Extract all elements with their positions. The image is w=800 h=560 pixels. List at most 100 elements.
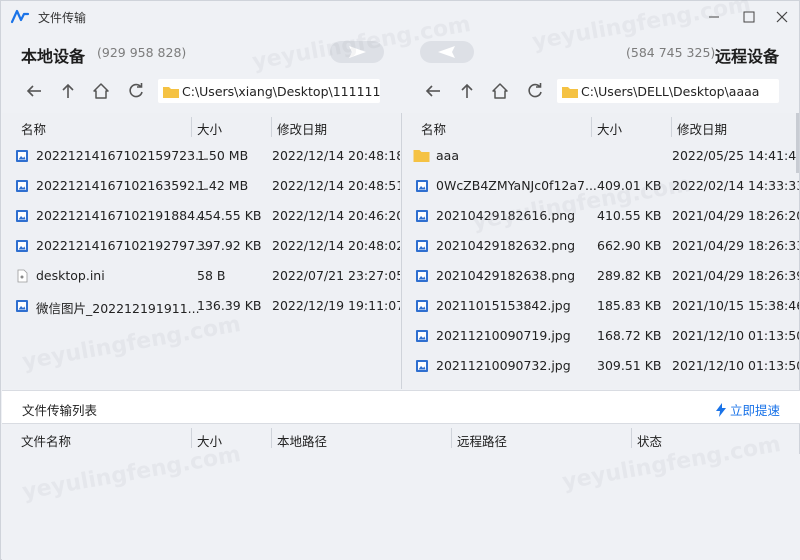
minimize-button[interactable] (701, 5, 727, 29)
remote-path-text: C:\Users\DELL\Desktop\aaaa (581, 83, 760, 99)
folder-icon (163, 86, 179, 98)
local-device-id: (929 958 828) (97, 45, 187, 60)
file-name: 20210429182616.png (436, 208, 576, 223)
remote-column-header: 名称 大小 修改日期 (402, 113, 799, 141)
upload-to-remote-button[interactable] (330, 41, 384, 63)
file-name: 0WcZB4ZMYaNJc0f12a7... (436, 178, 597, 193)
column-divider[interactable] (671, 117, 672, 137)
column-divider[interactable] (191, 428, 192, 448)
local-file-list: 名称 大小 修改日期 20221214167102159723... 1.50 M… (2, 113, 400, 389)
file-row[interactable]: aaa 2022/05/25 14:41:46 (402, 141, 799, 171)
remote-scrollbar[interactable] (796, 113, 799, 173)
column-size[interactable]: 大小 (197, 431, 222, 450)
file-name: 20210429182638.png (436, 268, 576, 283)
file-size: 662.90 KB (597, 238, 662, 253)
file-row[interactable]: 20211015153842.jpg 185.83 KB 2021/10/15 15… (402, 291, 799, 321)
file-row[interactable]: 20210429182632.png 662.90 KB 2021/04/29 18… (402, 231, 799, 261)
file-row[interactable]: 20221214167102192797... 397.92 KB 2022/12/… (2, 231, 400, 261)
file-name: 20211015153842.jpg (436, 298, 571, 313)
lightning-icon (715, 402, 726, 417)
column-divider[interactable] (191, 117, 192, 137)
column-remote-path[interactable]: 远程路径 (457, 431, 507, 450)
file-row[interactable]: 20211210090732.jpg 309.51 KB 2021/12/10 01… (402, 351, 799, 381)
column-divider[interactable] (451, 428, 452, 448)
close-icon (776, 11, 788, 23)
image-file-icon (416, 330, 428, 342)
column-status[interactable]: 状态 (637, 431, 662, 450)
title-bar: 文件传输 (1, 1, 799, 33)
transfer-list-title: 文件传输列表 (22, 403, 98, 418)
local-refresh-button[interactable] (125, 80, 147, 102)
arrow-back-icon (26, 85, 41, 97)
image-file-icon (416, 360, 428, 372)
column-divider[interactable] (631, 428, 632, 448)
file-row[interactable]: desktop.ini 58 B 2022/07/21 23:27:05 (2, 261, 400, 291)
file-transfer-window: 文件传输 本地设备 (929 958 828) (584 745 325) 远程… (0, 0, 800, 560)
local-up-button[interactable] (57, 80, 79, 102)
file-row[interactable]: 20210429182638.png 289.82 KB 2021/04/29 18… (402, 261, 799, 291)
speedup-label: 立即提速 (729, 403, 780, 418)
close-button[interactable] (769, 5, 795, 29)
local-path-text: C:\Users\xiang\Desktop\11111111 (182, 83, 380, 99)
image-file-icon (416, 210, 428, 222)
remote-home-button[interactable] (489, 80, 511, 102)
file-date: 2022/12/14 20:48:18 (272, 148, 400, 163)
folder-icon (562, 86, 578, 98)
file-name: 20221214167102191884... (36, 208, 207, 223)
local-path-field[interactable]: C:\Users\xiang\Desktop\11111111 (158, 79, 380, 103)
file-row[interactable]: 20221214167102159723... 1.50 MB 2022/12/14… (2, 141, 400, 171)
file-size: 409.01 KB (597, 178, 662, 193)
column-size[interactable]: 大小 (597, 119, 622, 138)
file-row[interactable]: 20211210090719.jpg 168.72 KB 2021/12/10 01… (402, 321, 799, 351)
local-back-button[interactable] (23, 80, 45, 102)
maximize-button[interactable] (736, 5, 762, 29)
config-file-icon (17, 269, 28, 283)
file-name: desktop.ini (36, 268, 105, 283)
file-date: 2022/07/21 23:27:05 (272, 268, 400, 283)
column-name[interactable]: 名称 (21, 119, 46, 138)
file-date: 2021/12/10 01:13:50 (672, 328, 799, 343)
file-row[interactable]: 微信图片_202212191911... 136.39 KB 2022/12/19 … (2, 291, 400, 321)
download-to-local-button[interactable] (420, 41, 474, 63)
column-name[interactable]: 名称 (421, 119, 446, 138)
window-title: 文件传输 (38, 11, 87, 25)
file-date: 2022/02/14 14:33:33 (672, 178, 799, 193)
arrow-back-icon (425, 85, 440, 97)
remote-path-field[interactable]: C:\Users\DELL\Desktop\aaaa (557, 79, 779, 103)
remote-back-button[interactable] (422, 80, 444, 102)
local-column-header: 名称 大小 修改日期 (2, 113, 400, 141)
file-size: 185.83 KB (597, 298, 662, 313)
file-row[interactable]: 20210429182616.png 410.55 KB 2021/04/29 18… (402, 201, 799, 231)
speedup-link[interactable]: 立即提速 (715, 400, 780, 419)
column-size[interactable]: 大小 (197, 119, 222, 138)
remote-refresh-button[interactable] (524, 80, 546, 102)
image-file-icon (16, 210, 28, 222)
local-device-title: 本地设备 (21, 47, 86, 66)
remote-up-button[interactable] (456, 80, 478, 102)
file-row[interactable]: 20221214167102191884... 454.55 KB 2022/12/… (2, 201, 400, 231)
image-file-icon (416, 180, 428, 192)
file-size: 289.82 KB (597, 268, 662, 283)
column-divider[interactable] (271, 117, 272, 137)
column-divider[interactable] (271, 428, 272, 448)
app-logo-icon (10, 9, 30, 24)
folder-icon (413, 150, 430, 162)
column-divider[interactable] (591, 117, 592, 137)
column-local-path[interactable]: 本地路径 (277, 431, 327, 450)
file-date: 2021/10/15 15:38:46 (672, 298, 799, 313)
file-size: 168.72 KB (597, 328, 662, 343)
file-date: 2021/04/29 18:26:39 (672, 268, 799, 283)
image-file-icon (16, 300, 28, 312)
file-row[interactable]: 0WcZB4ZMYaNJc0f12a7... 409.01 KB 2022/02/1… (402, 171, 799, 201)
file-size: 454.55 KB (197, 208, 262, 223)
column-date[interactable]: 修改日期 (677, 119, 727, 138)
file-row[interactable]: 20221214167102163592... 1.42 MB 2022/12/14… (2, 171, 400, 201)
file-size: 397.92 KB (197, 238, 262, 253)
home-icon (492, 83, 508, 99)
column-date[interactable]: 修改日期 (277, 119, 327, 138)
refresh-icon (129, 83, 143, 98)
local-home-button[interactable] (90, 80, 112, 102)
file-date: 2022/05/25 14:41:46 (672, 148, 799, 163)
column-file-name[interactable]: 文件名称 (21, 431, 71, 450)
file-name: aaa (436, 148, 459, 163)
